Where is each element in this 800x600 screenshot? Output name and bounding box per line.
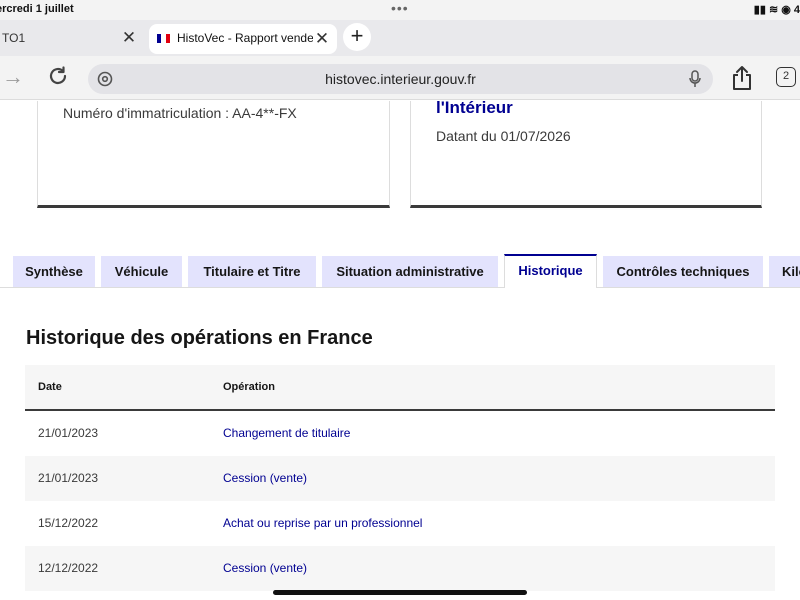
row-operation: Cession (vente) [223,561,308,575]
home-indicator[interactable] [273,590,527,595]
browser-tab-label: HistoVec - Rapport vendeur [177,31,317,45]
vehicle-card: Numéro d'immatriculation : AA-4**-FX [37,101,390,208]
page-content: Numéro d'immatriculation : AA-4**-FX l'I… [0,101,800,600]
report-date: Datant du 01/07/2026 [436,128,571,144]
microphone-icon[interactable] [688,70,702,88]
row-date: 15/12/2022 [38,516,99,530]
row-operation: Cession (vente) [223,471,308,485]
close-tab-icon[interactable]: ✕ [313,30,331,48]
close-tab-icon[interactable]: ✕ [120,29,138,47]
column-header-date: Date [38,381,62,393]
share-icon[interactable] [730,64,754,92]
tab-situation-administrative[interactable]: Situation administrative [322,256,498,287]
tabs-overview-button[interactable]: 2 [776,67,796,87]
status-indicators: ▮▮ ≋ ◉ 4 [753,4,800,16]
table-row: 12/12/2022 Cession (vente) [25,546,775,591]
immatriculation-text: Numéro d'immatriculation : AA-4**-FX [63,105,297,121]
tabs-divider [0,287,800,288]
ministry-title: l'Intérieur [436,101,513,117]
tab-kilometrage[interactable]: Kilo [769,256,800,287]
browser-tab-active[interactable]: HistoVec - Rapport vendeur ✕ [149,24,337,54]
table-row: 21/01/2023 Changement de titulaire [25,411,775,456]
toolbar: → histovec.interieur.gouv.fr 2 [0,56,800,100]
forward-arrow-icon[interactable]: → [2,64,24,90]
table-header: Date Opération [25,365,775,411]
browser-tab-label: TO1 [2,31,26,45]
tab-vehicule[interactable]: Véhicule [101,256,182,287]
row-date: 12/12/2022 [38,561,99,575]
table-row: 21/01/2023 Cession (vente) [25,456,775,501]
new-tab-button[interactable]: + [343,23,371,51]
operations-table: Date Opération 21/01/2023 Changement de … [25,365,775,591]
browser-tab-previous[interactable]: TO1 ✕ [0,24,144,52]
address-bar[interactable]: histovec.interieur.gouv.fr [88,64,713,94]
tab-controles-techniques[interactable]: Contrôles techniques [603,256,763,287]
tab-titulaire-titre[interactable]: Titulaire et Titre [188,256,316,287]
browser-tab-bar: TO1 ✕ HistoVec - Rapport vendeur ✕ + [0,20,800,56]
multitasking-dots-icon[interactable]: ••• [391,0,409,16]
column-header-operation: Opération [223,381,275,393]
status-bar: ercredi 1 juillet ••• ▮▮ ≋ ◉ 4 [0,0,800,20]
row-date: 21/01/2023 [38,426,99,440]
row-date: 21/01/2023 [38,471,99,485]
table-row: 15/12/2022 Achat ou reprise par un profe… [25,501,775,546]
url-text[interactable]: histovec.interieur.gouv.fr [88,71,713,87]
flag-stripe-red [165,34,170,43]
status-date: ercredi 1 juillet [0,3,74,15]
reload-icon[interactable] [46,64,70,88]
section-title: Historique des opérations en France [26,327,373,349]
tab-synthese[interactable]: Synthèse [13,256,95,287]
report-tabs: Synthèse Véhicule Titulaire et Titre Sit… [0,251,800,288]
source-card: l'Intérieur Datant du 01/07/2026 [410,101,762,208]
row-operation: Changement de titulaire [223,426,351,440]
screen: ercredi 1 juillet ••• ▮▮ ≋ ◉ 4 TO1 ✕ His… [0,0,800,600]
french-flag-icon [157,34,170,43]
tab-historique[interactable]: Historique [504,254,597,288]
row-operation: Achat ou reprise par un professionnel [223,516,423,530]
